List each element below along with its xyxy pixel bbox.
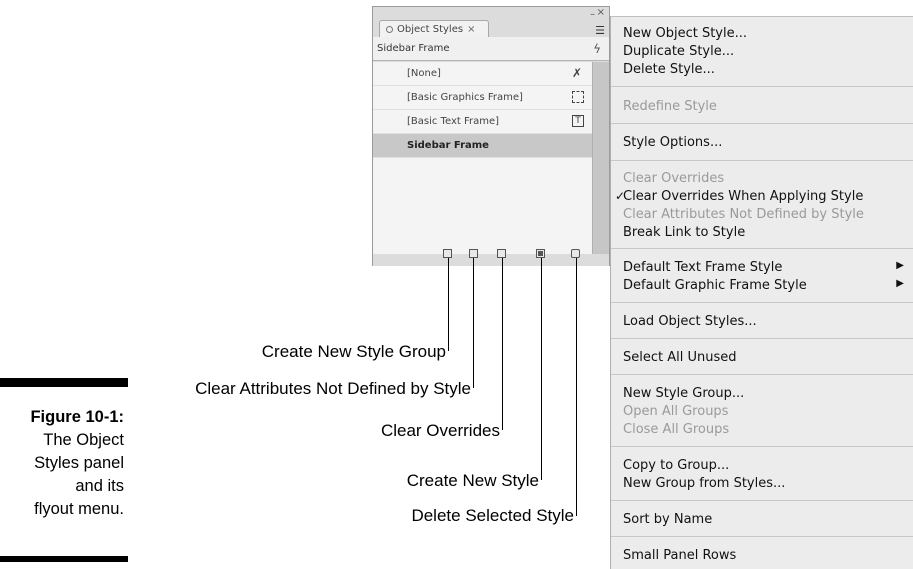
clear-attributes-button[interactable] xyxy=(469,249,478,258)
menu-separator xyxy=(611,160,913,161)
list-item[interactable]: [None] ✗ xyxy=(373,62,592,86)
menu-item-default-text-frame-style[interactable]: Default Text Frame Style ▶ xyxy=(623,260,908,275)
minimize-icon[interactable]: – xyxy=(590,9,595,20)
new-style-icon-fill xyxy=(538,251,543,256)
callout-create-new-style: Create New Style xyxy=(406,471,539,490)
callout-line xyxy=(576,258,577,516)
submenu-arrow-icon: ▶ xyxy=(896,278,904,289)
current-style-label: Sidebar Frame xyxy=(377,43,450,54)
caption-rule-top xyxy=(0,378,128,387)
text-frame-icon: T xyxy=(572,115,584,127)
flyout-menu: New Object Style... Duplicate Style... D… xyxy=(610,16,913,569)
menu-separator xyxy=(611,374,913,375)
menu-item-new-group-from-styles[interactable]: New Group from Styles... xyxy=(623,476,785,491)
menu-separator xyxy=(611,123,913,124)
menu-item-break-link[interactable]: Break Link to Style xyxy=(623,225,745,240)
menu-item-new-object-style[interactable]: New Object Style... xyxy=(623,26,747,41)
menu-separator xyxy=(611,86,913,87)
callout-clear-attributes: Clear Attributes Not Defined by Style xyxy=(195,379,471,398)
menu-item-load-object-styles[interactable]: Load Object Styles... xyxy=(623,314,757,329)
clear-overrides-icon xyxy=(497,249,506,258)
style-label: [Basic Graphics Frame] xyxy=(407,92,523,103)
menu-item-redefine-style[interactable]: Redefine Style xyxy=(623,99,717,114)
caption-line: Styles panel xyxy=(34,454,124,472)
menu-separator xyxy=(611,302,913,303)
object-styles-panel: Object Styles × – × ☰ Sidebar Frame ϟ [No… xyxy=(372,6,610,266)
tab-object-styles[interactable]: Object Styles × xyxy=(379,20,489,37)
menu-item-style-options[interactable]: Style Options... xyxy=(623,135,722,150)
graphics-frame-icon xyxy=(572,91,584,103)
caption-line: flyout menu. xyxy=(34,500,124,518)
folder-icon xyxy=(443,249,452,258)
styles-list: [None] ✗ [Basic Graphics Frame] [Basic T… xyxy=(373,62,592,254)
caption-line: The Object xyxy=(43,431,124,449)
tab-close-icon[interactable]: × xyxy=(467,24,475,35)
list-item[interactable]: [Basic Text Frame] T xyxy=(373,110,592,134)
scrollbar[interactable] xyxy=(592,62,609,254)
clear-attributes-icon xyxy=(469,249,478,258)
menu-separator xyxy=(611,446,913,447)
create-new-style-button[interactable] xyxy=(536,249,545,258)
menu-item-sort-by-name[interactable]: Sort by Name xyxy=(623,512,712,527)
callout-line xyxy=(448,258,449,351)
figure-caption: Figure 10-1: The Object Styles panel and… xyxy=(0,406,124,521)
menu-item-close-all-groups[interactable]: Close All Groups xyxy=(623,422,729,437)
style-label: [Basic Text Frame] xyxy=(407,116,500,127)
menu-item-clear-overrides[interactable]: Clear Overrides xyxy=(623,171,724,186)
tab-grip-icon xyxy=(386,25,393,33)
callout-clear-overrides: Clear Overrides xyxy=(380,421,500,440)
menu-separator xyxy=(611,536,913,537)
caption-line: and its xyxy=(75,477,124,495)
callout-line xyxy=(502,258,503,430)
delete-style-button[interactable] xyxy=(571,249,580,258)
create-new-style-group-button[interactable] xyxy=(443,249,452,258)
trash-icon xyxy=(571,249,580,258)
menu-item-default-graphic-frame-style[interactable]: Default Graphic Frame Style ▶ xyxy=(623,278,908,293)
menu-item-clear-overrides-when-applying[interactable]: ✓ Clear Overrides When Applying Style xyxy=(615,189,864,204)
callout-create-new-style-group: Create New Style Group xyxy=(261,342,446,361)
menu-item-duplicate-style[interactable]: Duplicate Style... xyxy=(623,44,734,59)
panel-titlebar: Object Styles × – × ☰ xyxy=(373,7,609,37)
checkmark-icon: ✓ xyxy=(615,189,626,203)
menu-item-open-all-groups[interactable]: Open All Groups xyxy=(623,404,728,419)
clear-overrides-button[interactable] xyxy=(497,249,506,258)
menu-item-label: Default Graphic Frame Style xyxy=(623,278,807,293)
menu-item-new-style-group[interactable]: New Style Group... xyxy=(623,386,744,401)
menu-item-label: Clear Overrides When Applying Style xyxy=(623,189,864,204)
menu-item-small-panel-rows[interactable]: Small Panel Rows xyxy=(623,548,736,563)
menu-separator xyxy=(611,248,913,249)
tab-label: Object Styles xyxy=(397,24,464,35)
menu-item-clear-attributes[interactable]: Clear Attributes Not Defined by Style xyxy=(623,207,864,222)
menu-item-label: Default Text Frame Style xyxy=(623,260,783,275)
submenu-arrow-icon: ▶ xyxy=(896,260,904,271)
list-item[interactable]: [Basic Graphics Frame] xyxy=(373,86,592,110)
menu-item-copy-to-group[interactable]: Copy to Group... xyxy=(623,458,729,473)
none-style-icon: ✗ xyxy=(571,66,582,80)
figure-number: Figure 10-1: xyxy=(30,408,124,426)
list-item-selected[interactable]: Sidebar Frame xyxy=(373,134,592,158)
menu-separator xyxy=(611,338,913,339)
panel-menu-icon[interactable]: ☰ xyxy=(595,24,605,37)
menu-item-select-all-unused[interactable]: Select All Unused xyxy=(623,350,737,365)
current-style-bar: Sidebar Frame ϟ xyxy=(373,37,609,61)
callout-line xyxy=(541,258,542,480)
style-label: Sidebar Frame xyxy=(407,140,489,151)
callout-line xyxy=(473,258,474,388)
menu-separator xyxy=(611,500,913,501)
callout-delete-selected-style: Delete Selected Style xyxy=(411,506,574,525)
caption-rule-bottom xyxy=(0,556,128,562)
style-label: [None] xyxy=(407,68,441,79)
close-icon[interactable]: × xyxy=(597,7,605,18)
menu-item-delete-style[interactable]: Delete Style... xyxy=(623,62,715,77)
quick-apply-icon[interactable]: ϟ xyxy=(593,37,601,61)
